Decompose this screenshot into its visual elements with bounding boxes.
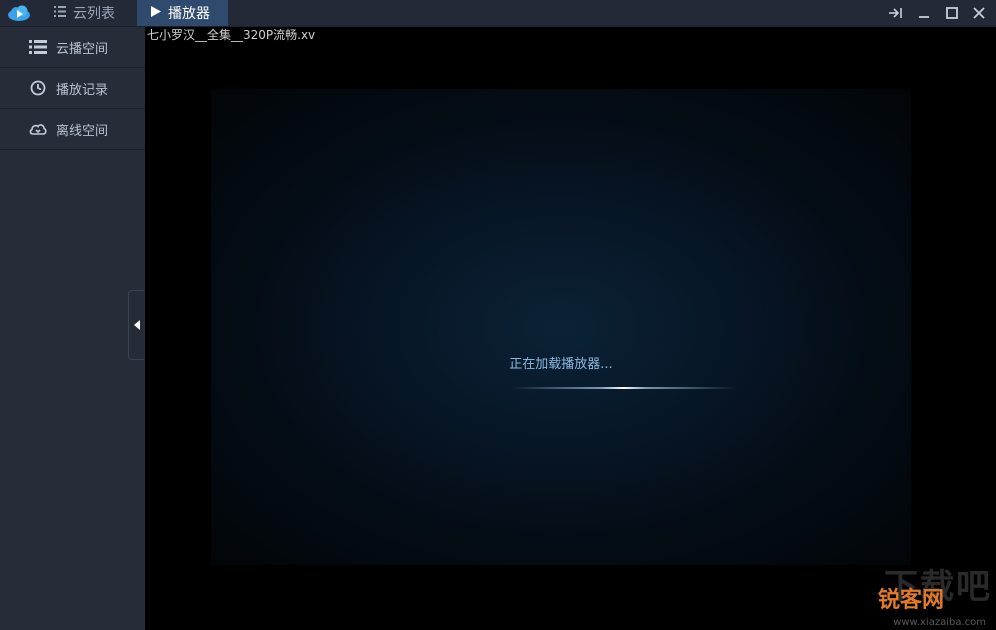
tab-cloud-list[interactable]: 云列表 xyxy=(54,0,115,26)
play-icon xyxy=(151,6,161,20)
watermark-url: www.xiazaiba.com xyxy=(893,617,986,628)
title-bar: 云列表 播放器 xyxy=(0,0,996,27)
sidebar-item-label: 离线空间 xyxy=(56,123,109,139)
loading-text: 正在加载播放器... xyxy=(509,357,613,372)
list-icon xyxy=(54,6,66,20)
pin-icon xyxy=(889,8,902,18)
sidebar-item-offline-space[interactable]: 离线空间 xyxy=(0,109,145,150)
sidebar-item-play-history[interactable]: 播放记录 xyxy=(0,68,145,109)
watermark-brand: 锐客网 xyxy=(878,588,945,613)
clock-icon xyxy=(28,78,48,98)
video-player[interactable]: 七小罗汉__全集__320P流畅.xv 正在加载播放器... xyxy=(145,27,996,630)
pin-button[interactable] xyxy=(886,3,906,23)
close-icon xyxy=(973,7,985,19)
sidebar: 云播空间 播放记录 离线空间 xyxy=(0,27,145,630)
cloud-logo-icon xyxy=(8,5,30,21)
tab-player[interactable]: 播放器 xyxy=(137,0,228,26)
tab-label: 云列表 xyxy=(73,6,115,22)
video-stage: 正在加载播放器... xyxy=(211,89,911,565)
tab-label: 播放器 xyxy=(168,6,210,22)
list-icon xyxy=(28,37,48,57)
cloud-download-icon xyxy=(28,119,48,139)
sidebar-item-label: 播放记录 xyxy=(56,82,109,98)
maximize-icon xyxy=(946,7,958,19)
sidebar-collapse-handle[interactable] xyxy=(128,290,144,360)
minimize-icon xyxy=(919,16,929,18)
loading-indicator xyxy=(511,387,736,389)
sidebar-item-label: 云播空间 xyxy=(56,41,109,57)
sidebar-item-cloud-space[interactable]: 云播空间 xyxy=(0,27,145,68)
video-filename: 七小罗汉__全集__320P流畅.xv xyxy=(147,28,316,42)
minimize-button[interactable] xyxy=(914,3,934,23)
collapse-arrow-icon xyxy=(133,320,140,330)
maximize-button[interactable] xyxy=(942,3,962,23)
close-button[interactable] xyxy=(969,3,989,23)
